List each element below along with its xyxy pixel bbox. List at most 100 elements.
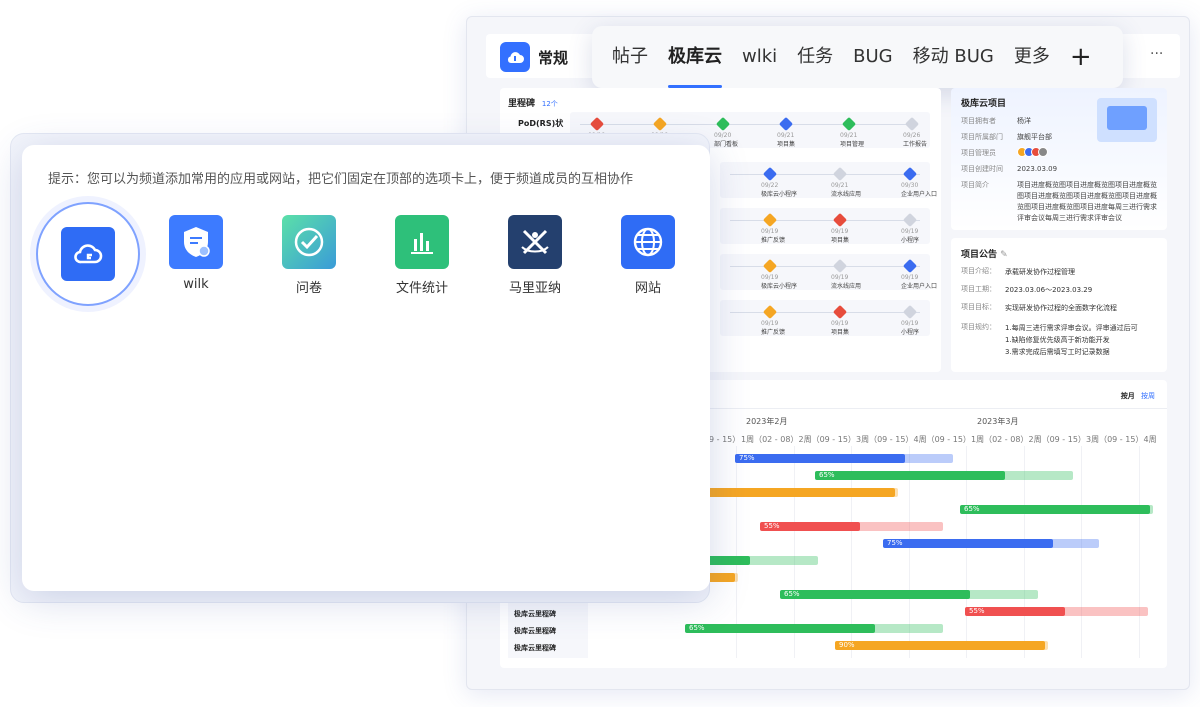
app-label: 网站 <box>634 281 661 296</box>
project-field-label: 项目拥有者 <box>961 117 996 125</box>
gantt-row-label: 极库云里程碑 <box>514 627 556 635</box>
milestone-name: 项目管理 <box>840 141 865 148</box>
view-toggle[interactable]: 按月 按周 <box>1121 391 1155 401</box>
tab-more[interactable]: 更多 <box>1014 26 1050 88</box>
tab-bar: 帖子 极库云 wlki 任务 BUG 移动 BUG 更多 + <box>592 26 1123 88</box>
gantt-bar-remaining <box>1051 539 1099 548</box>
gantt-bar-remaining <box>968 590 1038 599</box>
project-title: 极库云项目 <box>961 99 1007 109</box>
milestone-date: 09/19 <box>901 228 919 235</box>
channel-name: 常规 <box>538 49 569 67</box>
week-label: 1周（02 - 08） <box>971 435 1029 444</box>
milestone-date: 09/30 <box>901 182 919 189</box>
gantt-bar[interactable]: 75% <box>735 454 905 463</box>
project-field-value: 2023.03.09 <box>1017 165 1058 173</box>
tab-bug[interactable]: BUG <box>853 26 892 88</box>
milestone-name: 企业用户入口 <box>901 191 938 198</box>
milestone-name: 项目集 <box>777 141 796 148</box>
tab-mobile-bug[interactable]: 移动 BUG <box>913 26 994 88</box>
milestone-row <box>720 162 930 198</box>
check-circle-icon <box>282 215 336 269</box>
milestone-date: 09/19 <box>761 228 779 235</box>
notice-field-value: 承载研发协作过程管理 <box>1005 268 1075 276</box>
app-label: 问卷 <box>295 281 322 296</box>
milestone-name: 工作报告 <box>903 141 928 148</box>
gantt-bar-remaining <box>1003 471 1073 480</box>
avatar <box>1038 147 1048 157</box>
week-label: 2周（09 - 15） <box>1028 435 1086 444</box>
project-field-value: 旗舰平台部 <box>1017 133 1052 141</box>
milestone-date: 09/26 <box>903 132 921 139</box>
app-website[interactable]: 网站 <box>620 215 676 296</box>
week-label: 2周（09 - 15） <box>798 435 856 444</box>
project-field-value: 杨洋 <box>1017 117 1031 125</box>
app-wilk[interactable]: wilk <box>168 215 224 292</box>
app-survey[interactable]: 问卷 <box>281 215 337 296</box>
tab-jikuyun[interactable]: 极库云 <box>668 26 722 88</box>
gantt-bar[interactable]: 65% <box>960 505 1150 514</box>
shield-doc-icon <box>169 215 223 269</box>
app-label: 文件统计 <box>395 281 448 296</box>
milestone-row <box>720 254 930 290</box>
gantt-bar-remaining <box>748 556 818 565</box>
gantt-bar[interactable]: 55% <box>760 522 860 531</box>
gantt-bar-remaining <box>873 624 943 633</box>
more-options-button[interactable]: ··· <box>1150 46 1163 62</box>
gantt-bar[interactable]: 90% <box>835 641 1045 650</box>
project-field-label: 项目管理员 <box>961 149 996 157</box>
week-label: 3周（09 - 15） <box>856 435 914 444</box>
announcement-panel: 项目公告 ✎ 项目介绍： 承载研发协作过程管理 项目工期： 2023.03.06～20… <box>951 238 1167 372</box>
app-label: 马里亚纳 <box>508 281 561 296</box>
app-label: wilk <box>183 277 209 292</box>
notice-field-value: 1.每周三进行需求评审会议。评审通过后可 1.缺陷修复优先级高于新功能开发 3.… <box>1005 324 1138 356</box>
app-mariana[interactable]: 马里亚纳 <box>507 215 563 296</box>
notice-field-label: 项目介绍： <box>961 267 996 275</box>
milestone-name: 流水线应用 <box>831 283 862 290</box>
cloud-icon[interactable] <box>500 42 530 72</box>
gantt-bar[interactable]: 65% <box>815 471 1005 480</box>
week-label: 3周（09 - 15） <box>1086 435 1144 444</box>
milestone-name: 项目集 <box>831 237 850 244</box>
cloud-g-app-icon[interactable] <box>61 227 115 281</box>
milestone-name: 推广反馈 <box>761 237 786 244</box>
gantt-bar[interactable]: 65% <box>685 624 875 633</box>
add-tab-button[interactable]: + <box>1070 26 1092 88</box>
gantt-bar-remaining <box>858 522 943 531</box>
globe-icon <box>621 215 675 269</box>
bar-chart-icon <box>395 215 449 269</box>
milestone-date: 09/19 <box>831 320 849 327</box>
month-label: 2023年3月 <box>977 417 1019 426</box>
edit-icon: ✎ <box>1000 250 1008 260</box>
gantt-bar[interactable]: 75% <box>883 539 1053 548</box>
milestone-date: 09/19 <box>761 274 779 281</box>
tab-wiki[interactable]: wlki <box>742 26 777 88</box>
milestone-name: 企业用户入口 <box>901 283 938 290</box>
milestone-date: 09/21 <box>831 182 849 189</box>
gantt-bar[interactable]: 55% <box>965 607 1065 616</box>
gantt-bar[interactable]: 65% <box>780 590 970 599</box>
project-field-label: 项目所属部门 <box>961 133 1003 141</box>
milestone-date: 09/19 <box>831 228 849 235</box>
announcement-title: 项目公告 ✎ <box>961 250 1008 260</box>
gantt-bar[interactable] <box>700 488 895 497</box>
selected-app-ring[interactable] <box>36 202 140 306</box>
milestone-date: 09/19 <box>901 274 919 281</box>
milestone-name: 流水线应用 <box>831 191 862 198</box>
milestone-row-label: PoD(RS)状 <box>518 119 564 128</box>
milestone-name: 项目集 <box>831 329 850 336</box>
milestone-name: 推广反馈 <box>761 329 786 336</box>
project-field-label: 项目简介 <box>961 181 989 189</box>
week-label: 9 - 15） <box>709 435 741 444</box>
milestone-name: 小程序 <box>901 237 920 244</box>
project-info-panel: 极库云项目 项目拥有者 杨洋 项目所属部门 旗舰平台部 项目管理员 项目创建时间 2023.… <box>951 88 1167 230</box>
app-file-stats[interactable]: 文件统计 <box>394 215 450 296</box>
milestone-row <box>720 300 930 336</box>
tab-tasks[interactable]: 任务 <box>797 26 833 88</box>
milestone-date: 09/21 <box>777 132 795 139</box>
milestone-name: 小程序 <box>901 329 920 336</box>
notice-field-value: 2023.03.06～2023.03.29 <box>1005 286 1093 294</box>
tab-posts[interactable]: 帖子 <box>612 26 648 88</box>
milestone-date: 09/22 <box>761 182 779 189</box>
gantt-bar-remaining <box>1063 607 1148 616</box>
notice-field-label: 项目目标： <box>961 303 996 311</box>
